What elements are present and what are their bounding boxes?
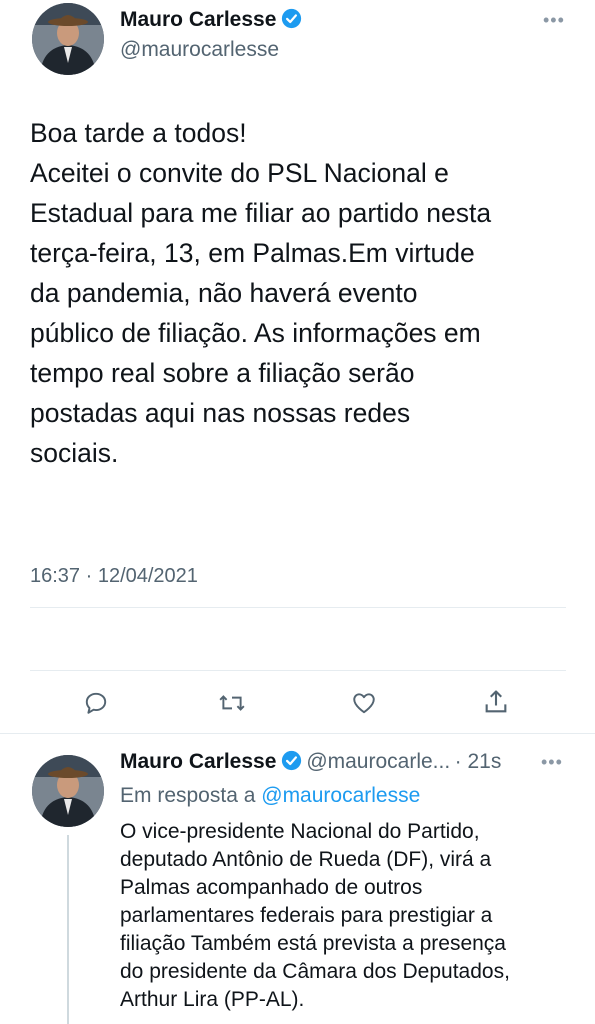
share-icon[interactable] (482, 688, 510, 716)
in-reply-to-handle[interactable]: @maurocarlesse (261, 784, 420, 807)
thread-line (67, 835, 69, 1024)
reply-time: · 21s (454, 750, 502, 773)
divider (30, 607, 566, 608)
author-avatar[interactable] (32, 3, 104, 75)
divider (30, 670, 566, 671)
reply-author-avatar[interactable] (32, 755, 104, 827)
in-reply-to-label: Em resposta a (120, 784, 256, 807)
author-name[interactable]: Mauro Carlesse (120, 8, 276, 31)
verified-badge-icon (281, 750, 302, 771)
tweet-timestamp[interactable]: 16:37 · 12/04/2021 (30, 565, 198, 588)
retweet-icon[interactable] (218, 690, 246, 716)
reply-author-name[interactable]: Mauro Carlesse (120, 750, 276, 773)
author-handle[interactable]: @maurocarlesse (120, 38, 279, 62)
like-icon[interactable] (350, 690, 378, 716)
divider (0, 733, 595, 734)
more-options-icon[interactable]: ••• (543, 10, 565, 31)
tweet-text: Boa tarde a todos! Aceitei o convite do … (30, 118, 492, 468)
reply-author-handle[interactable]: @maurocarle... (306, 750, 450, 773)
more-options-icon[interactable]: ••• (541, 752, 563, 773)
reply-icon[interactable] (83, 690, 109, 716)
reply-text: O vice-presidente Nacional do Partido, d… (120, 820, 510, 1011)
verified-badge-icon (281, 8, 302, 29)
